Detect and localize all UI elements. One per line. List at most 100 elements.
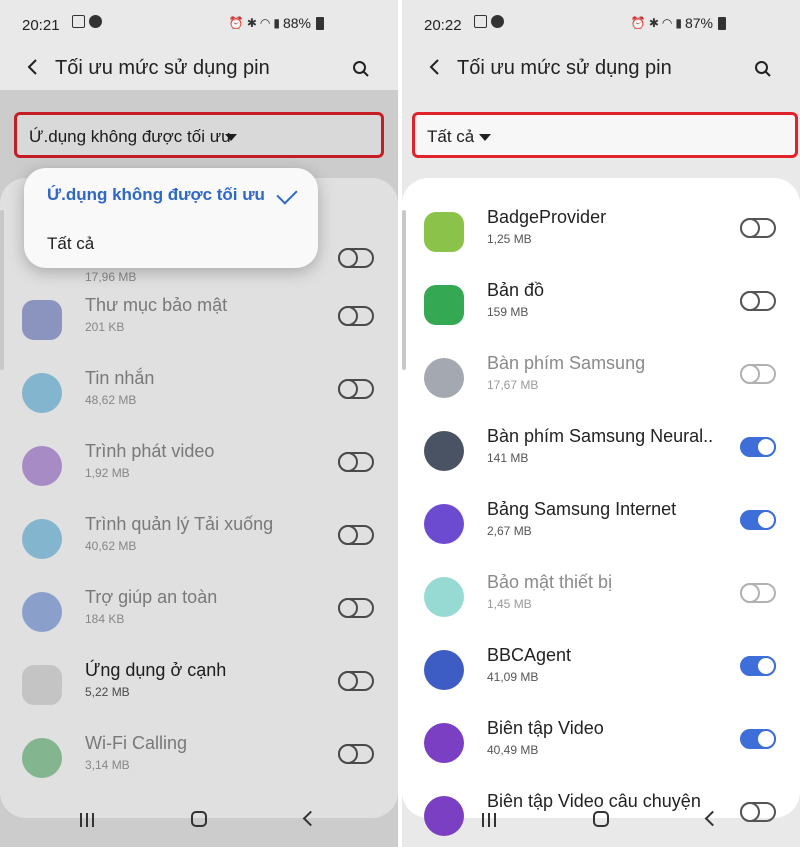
alarm-icon: ⏰ xyxy=(228,16,244,30)
video-player-icon xyxy=(22,446,62,486)
safety-assistance-icon xyxy=(22,592,62,632)
back-arrow-icon[interactable] xyxy=(22,56,44,78)
menu-item-not-optimized[interactable]: Ứ.dụng không được tối ưu xyxy=(47,185,265,205)
filter-menu: Ứ.dụng không được tối ưu Tất cả xyxy=(24,168,318,268)
list-item[interactable]: Trợ giúp an toàn 184 KB xyxy=(0,578,398,650)
dropdown-caret-icon xyxy=(479,134,491,141)
app-list: BadgeProvider 1,25 MB Bản đồ 159 MB Bàn … xyxy=(402,168,800,836)
app-name: Trình quản lý Tải xuống xyxy=(85,514,274,534)
home-icon[interactable] xyxy=(593,811,609,827)
home-icon[interactable] xyxy=(191,811,207,827)
app-size: 1,25 MB xyxy=(487,232,532,246)
app-list-card: 17,96 MB Thư mục bảo mật 201 KB Tin nhắn… xyxy=(0,178,398,818)
nav-back-icon[interactable] xyxy=(704,810,721,827)
app-size: 41,09 MB xyxy=(487,670,539,684)
app-name: Bảo mật thiết bị xyxy=(487,572,613,592)
app-name: BBCAgent xyxy=(487,645,572,665)
recent-apps-icon[interactable] xyxy=(482,813,496,827)
optimize-toggle[interactable] xyxy=(740,218,776,238)
keyboard-icon xyxy=(424,431,464,471)
filter-dropdown[interactable]: Ứ.dụng không được tối ưu xyxy=(14,112,384,158)
system-status: ⏰ ✱ ◠ ▮ 87% xyxy=(631,15,726,31)
optimize-toggle[interactable] xyxy=(338,306,374,326)
signal-icon: ▮ xyxy=(675,16,682,30)
optimize-toggle[interactable] xyxy=(338,248,374,268)
optimize-toggle[interactable] xyxy=(338,598,374,618)
scrollbar[interactable] xyxy=(0,210,4,370)
list-item[interactable]: Thư mục bảo mật 201 KB xyxy=(0,286,398,358)
optimize-toggle[interactable] xyxy=(740,364,776,384)
spotify-notification-icon xyxy=(491,15,504,28)
menu-item-all[interactable]: Tất cả xyxy=(47,234,94,254)
list-item[interactable]: BBCAgent 41,09 MB xyxy=(402,636,800,708)
scrollbar[interactable] xyxy=(402,210,406,370)
list-item[interactable]: Trình phát video 1,92 MB xyxy=(0,432,398,504)
optimize-toggle[interactable] xyxy=(740,583,776,603)
list-item[interactable]: Bản đồ 159 MB xyxy=(402,271,800,343)
list-item[interactable]: Biên tập Video 40,49 MB xyxy=(402,709,800,781)
list-item[interactable]: Ứng dụng ở cạnh 5,22 MB xyxy=(0,651,398,723)
optimize-toggle[interactable] xyxy=(740,656,776,676)
app-name: Wi-Fi Calling xyxy=(85,733,188,753)
list-item[interactable]: Trình quản lý Tải xuống 40,62 MB xyxy=(0,505,398,577)
optimize-toggle[interactable] xyxy=(338,379,374,399)
app-size: 5,22 MB xyxy=(85,685,130,699)
app-size: 141 MB xyxy=(487,451,529,465)
secure-folder-icon xyxy=(22,300,62,340)
app-size: 40,49 MB xyxy=(487,743,539,757)
nav-back-icon[interactable] xyxy=(302,810,319,827)
app-size: 2,67 MB xyxy=(487,524,532,538)
wifi-icon: ◠ xyxy=(661,16,673,30)
app-name: Trình phát video xyxy=(85,441,215,461)
filter-dropdown[interactable]: Tất cả xyxy=(412,112,798,158)
app-bar: Tối ưu mức sử dụng pin xyxy=(0,50,398,90)
optimize-toggle[interactable] xyxy=(740,437,776,457)
clock: 20:22 xyxy=(424,17,462,34)
app-name: Bàn phím Samsung xyxy=(487,353,646,373)
app-size: 40,62 MB xyxy=(85,539,137,553)
optimize-toggle[interactable] xyxy=(338,671,374,691)
app-size: 1,45 MB xyxy=(487,597,532,611)
page-title: Tối ưu mức sử dụng pin xyxy=(55,57,270,79)
optimize-toggle[interactable] xyxy=(338,452,374,472)
wifi-calling-icon xyxy=(22,738,62,778)
maps-icon xyxy=(424,285,464,325)
list-item[interactable]: BadgeProvider 1,25 MB xyxy=(402,198,800,270)
list-item[interactable]: Bàn phím Samsung Neural.. 141 MB xyxy=(402,417,800,489)
optimize-toggle[interactable] xyxy=(338,744,374,764)
app-size: 17,67 MB xyxy=(487,378,539,392)
internet-browser-icon xyxy=(424,504,464,544)
system-status: ⏰ ✱ ◠ ▮ 88% xyxy=(229,15,324,31)
android-icon xyxy=(424,212,464,252)
app-name: Trợ giúp an toàn xyxy=(85,587,218,607)
optimize-toggle[interactable] xyxy=(740,729,776,749)
edge-apps-icon xyxy=(22,665,62,705)
battery-percent: 87% xyxy=(684,15,713,31)
app-size: 48,62 MB xyxy=(85,393,137,407)
battery-percent: 88% xyxy=(282,15,311,31)
download-manager-icon xyxy=(22,519,62,559)
app-size: 201 KB xyxy=(85,320,125,334)
signal-icon: ▮ xyxy=(273,16,280,30)
checkmark-icon xyxy=(276,183,298,205)
app-name: Bảng Samsung Internet xyxy=(487,499,677,519)
optimize-toggle[interactable] xyxy=(740,291,776,311)
search-icon[interactable] xyxy=(352,60,370,78)
list-item[interactable]: Bảng Samsung Internet 2,67 MB xyxy=(402,490,800,562)
back-arrow-icon[interactable] xyxy=(424,56,446,78)
device-security-icon xyxy=(424,577,464,617)
list-item[interactable]: Tin nhắn 48,62 MB xyxy=(0,359,398,431)
optimize-toggle[interactable] xyxy=(740,510,776,530)
spotify-notification-icon xyxy=(89,15,102,28)
list-item[interactable]: Bàn phím Samsung 17,67 MB xyxy=(402,344,800,416)
gallery-notification-icon xyxy=(72,15,85,28)
optimize-toggle[interactable] xyxy=(338,525,374,545)
filter-label: Tất cả xyxy=(427,127,475,146)
dropdown-caret-icon xyxy=(225,134,237,141)
app-name: Bản đồ xyxy=(487,280,545,300)
recent-apps-icon[interactable] xyxy=(80,813,94,827)
list-item[interactable]: Wi-Fi Calling 3,14 MB xyxy=(0,724,398,796)
search-icon[interactable] xyxy=(754,60,772,78)
bluetooth-icon: ✱ xyxy=(246,16,257,30)
list-item[interactable]: Bảo mật thiết bị 1,45 MB xyxy=(402,563,800,635)
